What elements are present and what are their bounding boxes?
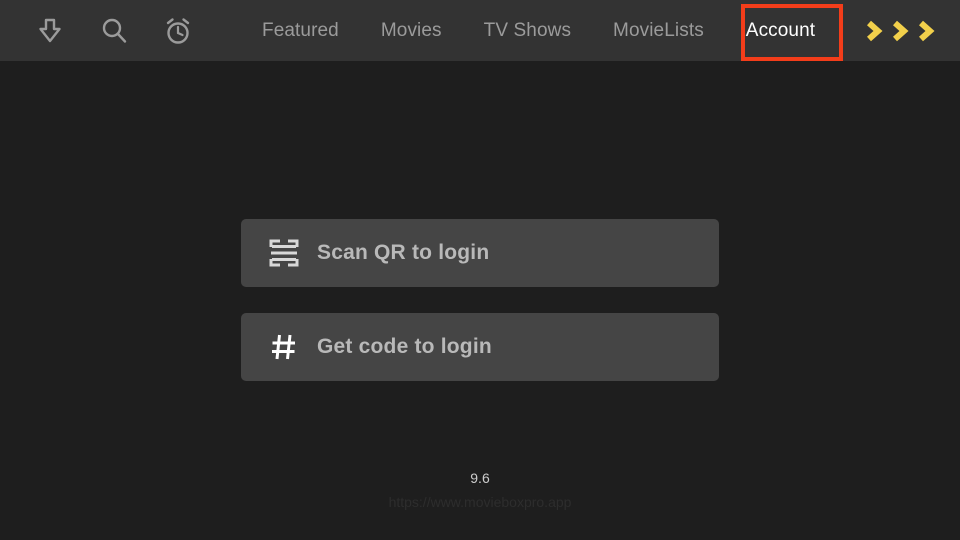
scan-qr-to-login-button[interactable]: Scan QR to login xyxy=(241,219,719,287)
get-code-to-login-button[interactable]: Get code to login xyxy=(241,313,719,381)
qr-scan-icon xyxy=(267,236,301,270)
nav-tab-list: Featured Movies TV Shows MovieLists Acco… xyxy=(241,0,836,61)
app-version-label: 9.6 xyxy=(470,470,490,486)
search-icon[interactable] xyxy=(94,11,134,51)
download-icon[interactable] xyxy=(30,11,70,51)
nav-tab-account[interactable]: Account xyxy=(725,21,836,40)
chevron-right-icon xyxy=(919,20,935,41)
login-options-group: Scan QR to login Get code to login xyxy=(241,219,719,381)
nav-tab-movies[interactable]: Movies xyxy=(360,21,463,40)
nav-tab-tvshows-wrap: TV Shows xyxy=(463,0,592,61)
chevron-right-icon xyxy=(867,20,883,41)
nav-tab-movies-wrap: Movies xyxy=(360,0,463,61)
account-login-panel: Scan QR to login Get code to login 9.6 h… xyxy=(0,61,960,540)
nav-tab-tv-shows[interactable]: TV Shows xyxy=(463,21,592,40)
scan-qr-to-login-label: Scan QR to login xyxy=(317,241,490,264)
more-chevrons-button[interactable] xyxy=(862,0,940,61)
nav-tab-account-wrap: Account xyxy=(725,0,836,61)
site-url-label: https://www.movieboxpro.app xyxy=(388,494,572,510)
header-icon-group xyxy=(30,0,198,61)
hash-icon xyxy=(267,330,301,364)
nav-tab-movielists[interactable]: MovieLists xyxy=(592,21,725,40)
get-code-to-login-label: Get code to login xyxy=(317,335,492,358)
nav-tab-movielists-wrap: MovieLists xyxy=(592,0,725,61)
nav-tab-featured[interactable]: Featured xyxy=(241,21,360,40)
alarm-clock-icon[interactable] xyxy=(158,11,198,51)
top-navigation-bar: Featured Movies TV Shows MovieLists Acco… xyxy=(0,0,960,61)
chevron-right-icon xyxy=(893,20,909,41)
nav-tab-featured-wrap: Featured xyxy=(241,0,360,61)
